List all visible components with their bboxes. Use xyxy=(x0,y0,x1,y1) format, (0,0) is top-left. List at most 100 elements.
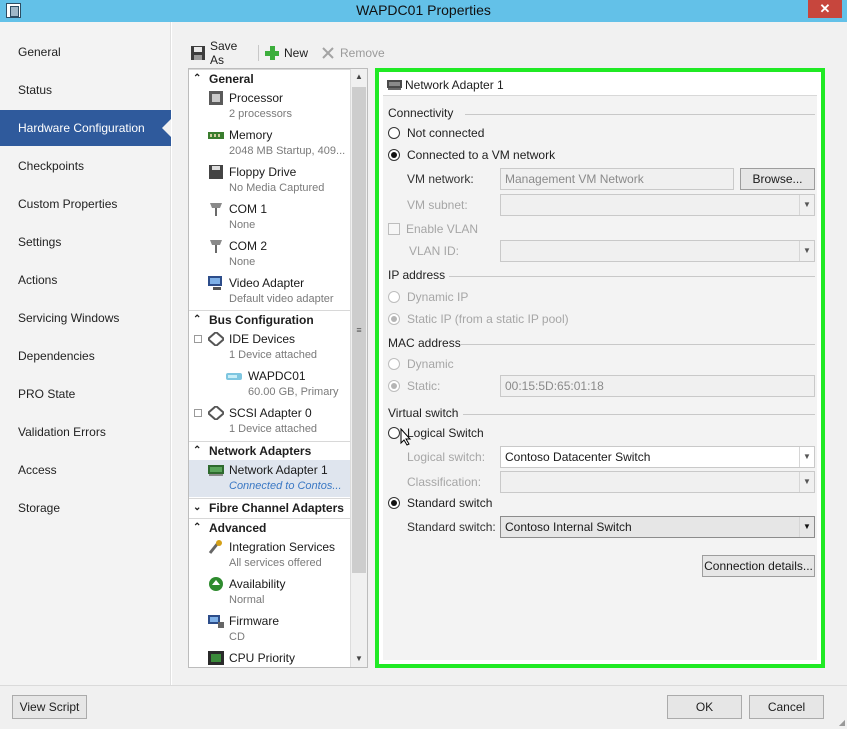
dialog-footer: View Script OK Cancel ◢ xyxy=(0,685,847,729)
enable-vlan-checkbox[interactable]: Enable VLAN xyxy=(388,222,478,236)
tree-section-fibre-channel-adapters[interactable]: ⌄ Fibre Channel Adapters xyxy=(189,498,351,516)
save-icon xyxy=(190,45,206,61)
sidebar-item-servicing-windows[interactable]: Servicing Windows xyxy=(0,300,171,336)
connected-vm-network-radio[interactable]: Connected to a VM network xyxy=(388,148,555,162)
sidebar-item-storage[interactable]: Storage xyxy=(0,490,171,526)
tree-node-com1[interactable]: COM 1 None xyxy=(189,199,351,236)
ok-button[interactable]: OK xyxy=(667,695,742,719)
dynamic-ip-radio[interactable]: Dynamic IP xyxy=(388,290,468,304)
cancel-button[interactable]: Cancel xyxy=(749,695,824,719)
tree-section-network-adapters[interactable]: ⌃ Network Adapters xyxy=(189,441,351,459)
group-divider xyxy=(463,414,815,415)
browse-button[interactable]: Browse... xyxy=(740,168,815,190)
title-bar: WAPDC01 Properties ✕ xyxy=(0,0,847,22)
connectivity-group-title: Connectivity xyxy=(388,106,454,120)
chevron-down-icon: ▼ xyxy=(799,447,814,467)
tree-node-processor[interactable]: Processor 2 processors xyxy=(189,88,351,125)
chevron-down-icon: ▼ xyxy=(799,517,814,537)
scroll-down-icon[interactable]: ▼ xyxy=(351,651,367,667)
tree-node-ide-devices[interactable]: IDE Devices 1 Device attached xyxy=(189,329,351,366)
sidebar-item-actions[interactable]: Actions xyxy=(0,262,171,298)
not-connected-radio[interactable]: Not connected xyxy=(388,126,484,140)
tree-node-availability[interactable]: Availability Normal xyxy=(189,574,351,611)
collapse-icon: ⌃ xyxy=(193,522,202,533)
sidebar-item-general[interactable]: General xyxy=(0,34,171,70)
new-button[interactable]: New xyxy=(264,42,308,64)
tree-node-video-adapter[interactable]: Video Adapter Default video adapter xyxy=(189,273,351,310)
expand-icon: ⌄ xyxy=(193,502,202,513)
connection-details-button[interactable]: Connection details... xyxy=(702,555,815,577)
tree-node-com2[interactable]: COM 2 None xyxy=(189,236,351,273)
sidebar-item-custom-properties[interactable]: Custom Properties xyxy=(0,186,171,222)
tree-scrollbar[interactable]: ▲ ≡ ▼ xyxy=(350,69,367,667)
close-button[interactable]: ✕ xyxy=(808,0,842,18)
static-ip-radio[interactable]: Static IP (from a static IP pool) xyxy=(388,312,569,326)
vm-subnet-dropdown[interactable]: ▼ xyxy=(500,194,815,216)
sidebar-item-hardware-configuration[interactable]: Hardware Configuration xyxy=(0,110,171,146)
tree-section-advanced[interactable]: ⌃ Advanced xyxy=(189,518,351,536)
logical-switch-dropdown[interactable]: Contoso Datacenter Switch ▼ xyxy=(500,446,815,468)
availability-icon xyxy=(208,577,224,591)
mouse-cursor-icon xyxy=(400,428,412,446)
vlan-id-dropdown[interactable]: ▼ xyxy=(500,240,815,262)
tree-node-scsi-adapter[interactable]: SCSI Adapter 0 1 Device attached xyxy=(189,403,351,440)
sidebar-item-access[interactable]: Access xyxy=(0,452,171,488)
vm-network-field[interactable]: Management VM Network xyxy=(500,168,734,190)
ide-controller-icon xyxy=(206,330,226,348)
vm-network-label: VM network: xyxy=(407,172,474,186)
sidebar-item-validation-errors[interactable]: Validation Errors xyxy=(0,414,171,450)
mac-address-group-title: MAC address xyxy=(388,336,461,350)
static-mac-radio[interactable]: Static: xyxy=(388,379,440,393)
scroll-up-icon[interactable]: ▲ xyxy=(351,69,367,85)
scsi-controller-icon xyxy=(206,404,226,422)
logical-switch-label: Logical switch: xyxy=(407,450,486,464)
tree-node-firmware[interactable]: Firmware CD xyxy=(189,611,351,648)
expander-icon[interactable] xyxy=(194,409,202,417)
mac-address-field[interactable]: 00:15:5D:65:01:18 xyxy=(500,375,815,397)
processor-icon xyxy=(208,91,224,105)
tree-node-memory[interactable]: Memory 2048 MB Startup, 409... xyxy=(189,125,351,162)
chevron-down-icon: ▼ xyxy=(799,195,814,215)
content-area: Save As New Remove ⌃ General Processor 2… xyxy=(172,22,847,685)
resize-grip-icon[interactable]: ◢ xyxy=(839,718,845,727)
collapse-icon: ⌃ xyxy=(193,445,202,456)
collapse-icon: ⌃ xyxy=(193,314,202,325)
virtual-switch-group-title: Virtual switch xyxy=(388,406,459,420)
sidebar-item-status[interactable]: Status xyxy=(0,72,171,108)
sidebar-item-pro-state[interactable]: PRO State xyxy=(0,376,171,412)
tree-node-cpu-priority[interactable]: CPU Priority xyxy=(189,648,351,667)
com-port-icon xyxy=(208,202,224,216)
standard-switch-dropdown[interactable]: Contoso Internal Switch ▼ xyxy=(500,516,815,538)
view-script-button[interactable]: View Script xyxy=(12,695,87,719)
vlan-id-label: VLAN ID: xyxy=(409,244,460,258)
network-adapter-icon xyxy=(387,79,402,91)
scroll-thumb[interactable]: ≡ xyxy=(352,87,366,573)
hard-disk-icon xyxy=(226,369,242,383)
tree-node-wapdc01-disk[interactable]: WAPDC01 60.00 GB, Primary xyxy=(189,366,351,403)
tree-node-integration-services[interactable]: Integration Services All services offere… xyxy=(189,537,351,574)
chevron-down-icon: ▼ xyxy=(799,241,814,261)
tree-node-floppy-drive[interactable]: Floppy Drive No Media Captured xyxy=(189,162,351,199)
tree-node-network-adapter-1[interactable]: Network Adapter 1 Connected to Contos... xyxy=(189,460,351,497)
remove-button[interactable]: Remove xyxy=(320,42,385,64)
classification-label: Classification: xyxy=(407,475,482,489)
plus-icon xyxy=(264,45,280,61)
tree-section-bus-configuration[interactable]: ⌃ Bus Configuration xyxy=(189,310,351,328)
classification-dropdown[interactable]: ▼ xyxy=(500,471,815,493)
window-title: WAPDC01 Properties xyxy=(356,2,491,18)
standard-switch-radio[interactable]: Standard switch xyxy=(388,496,492,510)
toolbar-separator xyxy=(258,45,259,61)
sidebar-item-settings[interactable]: Settings xyxy=(0,224,171,260)
sidebar-item-checkpoints[interactable]: Checkpoints xyxy=(0,148,171,184)
hardware-tree: ⌃ General Processor 2 processors Memory 2… xyxy=(188,68,368,668)
group-divider xyxy=(449,276,815,277)
sidebar-item-dependencies[interactable]: Dependencies xyxy=(0,338,171,374)
dynamic-mac-radio[interactable]: Dynamic xyxy=(388,357,454,371)
sidebar: General Status Hardware Configuration Ch… xyxy=(0,22,171,685)
grip-icon: ≡ xyxy=(356,325,362,335)
tree-section-general[interactable]: ⌃ General xyxy=(189,69,351,87)
expander-icon[interactable] xyxy=(194,335,202,343)
remove-icon xyxy=(320,45,336,61)
panel-title: Network Adapter 1 xyxy=(405,78,504,92)
save-as-button[interactable]: Save As xyxy=(190,39,237,67)
